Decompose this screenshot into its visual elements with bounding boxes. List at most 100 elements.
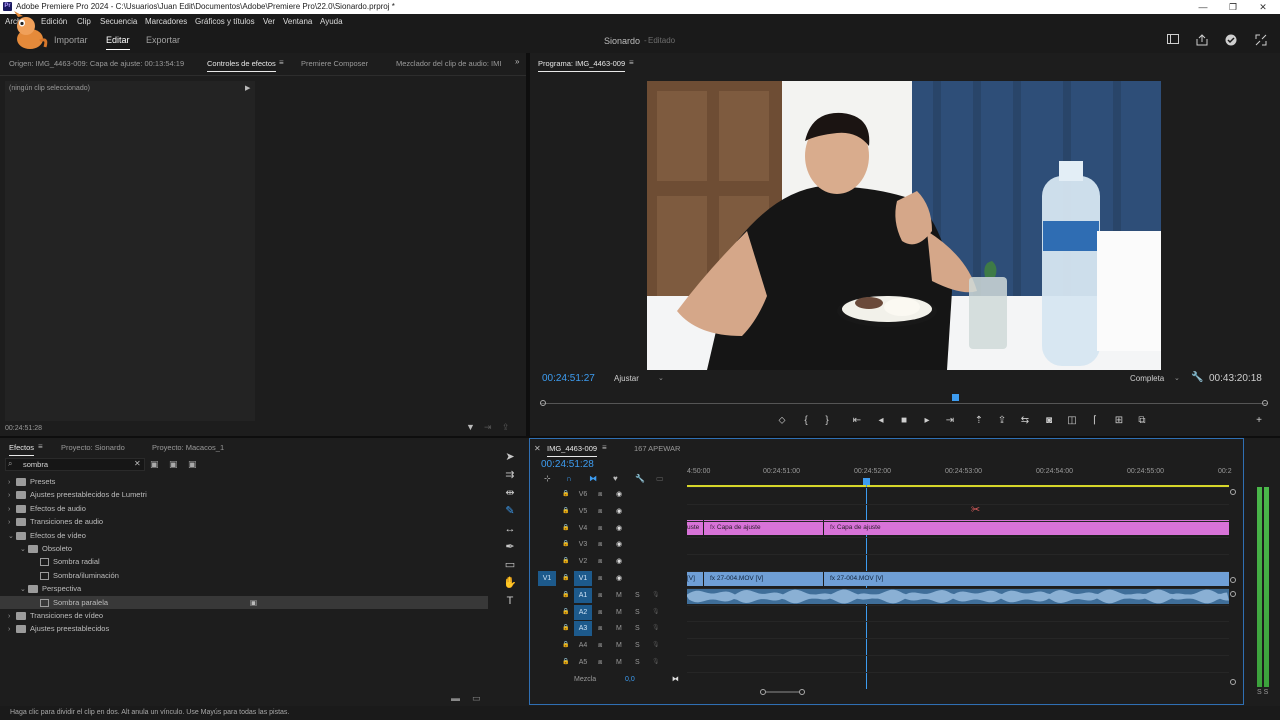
track-lock-icon[interactable]: 🔒 [562,504,569,519]
go-to-in-icon[interactable]: ⇤ [850,414,864,428]
sync-lock-icon[interactable]: ⧈ [598,621,602,636]
linked-selection-icon[interactable]: ⧓ [589,474,597,483]
mix-value[interactable]: 0,0 [625,672,635,687]
track-lock-icon[interactable]: 🔒 [562,638,569,653]
health-check-icon[interactable] [1224,34,1238,48]
track-label[interactable]: A1 [574,587,592,603]
new-bin-icon[interactable]: ▬ [451,693,460,703]
tab-sequence-apewar[interactable]: 167 APEWAR [634,444,680,453]
effects-folder[interactable]: ⌄ Obsoleto [0,542,488,555]
comparison-view-icon[interactable]: ◫ [1065,414,1079,428]
effects-folder[interactable]: › Ajustes preestablecidos [0,622,488,635]
track-label[interactable]: V5 [574,504,592,519]
add-marker-icon[interactable]: ⬦ [775,414,789,428]
hand-tool-icon[interactable]: ✋ [502,575,518,591]
disclosure-triangle-icon[interactable]: › [8,489,16,502]
share-icon[interactable]: ⇪ [502,422,510,433]
vr-icon[interactable]: ⧉ [1135,414,1149,428]
video-frame[interactable] [647,81,1161,370]
solo-button[interactable]: S [635,621,640,636]
32bit-effects-icon[interactable]: ▣ [169,459,178,470]
track-label[interactable]: V3 [574,537,592,552]
source-patch-v1[interactable]: V1 [538,571,556,586]
quick-export-icon[interactable] [1195,34,1209,48]
effects-folder[interactable]: ⌄ Perspectiva [0,582,488,595]
vertical-zoom-knob[interactable] [1230,679,1236,685]
voice-over-mic-icon[interactable]: 🎙 [652,655,660,670]
track-label[interactable]: A4 [574,638,592,653]
disclosure-triangle-icon[interactable]: ⌄ [20,583,28,596]
scrubber-playhead[interactable] [952,394,959,401]
toggle-output-eye-icon[interactable]: ◉ [616,521,622,536]
type-tool-icon[interactable]: T [502,593,518,609]
stop-icon[interactable]: ■ [897,414,911,428]
disclosure-triangle-icon[interactable]: ⌄ [20,543,28,556]
solo-button[interactable]: S [635,638,640,653]
menu-secuencia[interactable]: Secuencia [100,14,137,29]
disclosure-triangle-icon[interactable]: › [8,623,16,636]
lift-icon[interactable]: ⇡ [972,414,986,428]
maximize-button[interactable]: ❐ [1218,0,1248,14]
voice-over-mic-icon[interactable]: 🎙 [652,621,660,636]
timeline-playhead-head[interactable] [863,478,870,485]
mute-button[interactable]: M [616,621,622,636]
extract-icon[interactable]: ⇪ [995,414,1009,428]
toggle-output-eye-icon[interactable]: ◉ [616,571,622,586]
nest-icon[interactable]: ⊹ [544,474,551,483]
video-clip[interactable]: fx 27-004.MOV [V] [704,571,823,586]
sync-lock-icon[interactable]: ⧈ [598,588,602,603]
mute-button[interactable]: M [616,638,622,653]
voice-over-mic-icon[interactable]: 🎙 [652,588,660,603]
track-lock-icon[interactable]: 🔒 [562,571,569,586]
tab-proyecto-sionardo[interactable]: Proyecto: Sionardo [61,443,125,452]
pen-tool-icon[interactable]: ✒ [502,539,518,555]
accelerated-effects-icon[interactable]: ▣ [150,459,159,470]
track-lock-icon[interactable]: 🔒 [562,655,569,670]
mark-in-icon[interactable]: { [799,414,813,428]
workspace-exportar[interactable]: Exportar [146,35,180,45]
disclosure-triangle-icon[interactable]: › [8,516,16,529]
effects-folder[interactable]: › Presets [0,475,488,488]
program-timecode[interactable]: 00:24:51:27 [542,373,595,384]
track-label[interactable]: V4 [574,521,592,536]
vertical-zoom-knob[interactable] [1230,489,1236,495]
button-editor-plus-icon[interactable]: + [1252,414,1266,428]
effects-folder[interactable]: › Transiciones de audio [0,515,488,528]
insert-icon[interactable]: ⇆ [1018,414,1032,428]
sync-lock-icon[interactable]: ⧈ [598,504,602,519]
audio-clip[interactable] [687,589,1229,604]
menu-marcadores[interactable]: Marcadores [145,14,187,29]
fullscreen-icon[interactable] [1254,34,1268,48]
more-tabs-icon[interactable]: » [515,57,519,66]
timeline-timecode[interactable]: 00:24:51:28 [541,459,594,470]
solo-button[interactable]: S [635,655,640,670]
solo-button[interactable]: S [635,588,640,603]
timeline-settings-icon[interactable]: 🔧 [635,474,645,483]
effect-item[interactable]: Sombra paralela ▣ [0,595,488,609]
effects-search-input[interactable]: sombra [23,460,48,469]
effects-folder[interactable]: › Transiciones de vídeo [0,609,488,622]
sync-lock-icon[interactable]: ⧈ [598,487,602,502]
multicam-icon[interactable]: ⊞ [1112,414,1126,428]
mute-button[interactable]: M [616,655,622,670]
sync-lock-icon[interactable]: ⧈ [598,655,602,670]
vertical-zoom-knob[interactable] [1230,591,1236,597]
rectangle-tool-icon[interactable]: ▭ [502,557,518,573]
mark-out-icon[interactable]: } [820,414,834,428]
tab-controles-efectos[interactable]: Controles de efectos [207,59,276,72]
effects-search-box[interactable]: ⌕ sombra ✕ [5,458,145,471]
track-lock-icon[interactable]: 🔒 [562,588,569,603]
tab-origen[interactable]: Origen: IMG_4463-009: Capa de ajuste: 00… [9,59,184,68]
close-button[interactable]: ✕ [1248,0,1278,14]
captions-icon[interactable]: ▭ [656,474,664,483]
timeline-ruler[interactable]: 4:50:00 00:24:51:00 00:24:52:00 00:24:53… [687,465,1232,487]
step-back-icon[interactable]: ◂ [874,414,888,428]
sync-lock-icon[interactable]: ⧈ [598,638,602,653]
voice-over-mic-icon[interactable]: 🎙 [652,638,660,653]
voice-over-mic-icon[interactable]: 🎙 [652,605,660,620]
tab-efectos[interactable]: Efectos [9,443,35,456]
effect-item[interactable]: Sombra radial [0,555,488,568]
workspace-importar[interactable]: Importar [54,35,88,45]
sync-lock-icon[interactable]: ⧈ [598,554,602,569]
mute-button[interactable]: M [616,605,622,620]
